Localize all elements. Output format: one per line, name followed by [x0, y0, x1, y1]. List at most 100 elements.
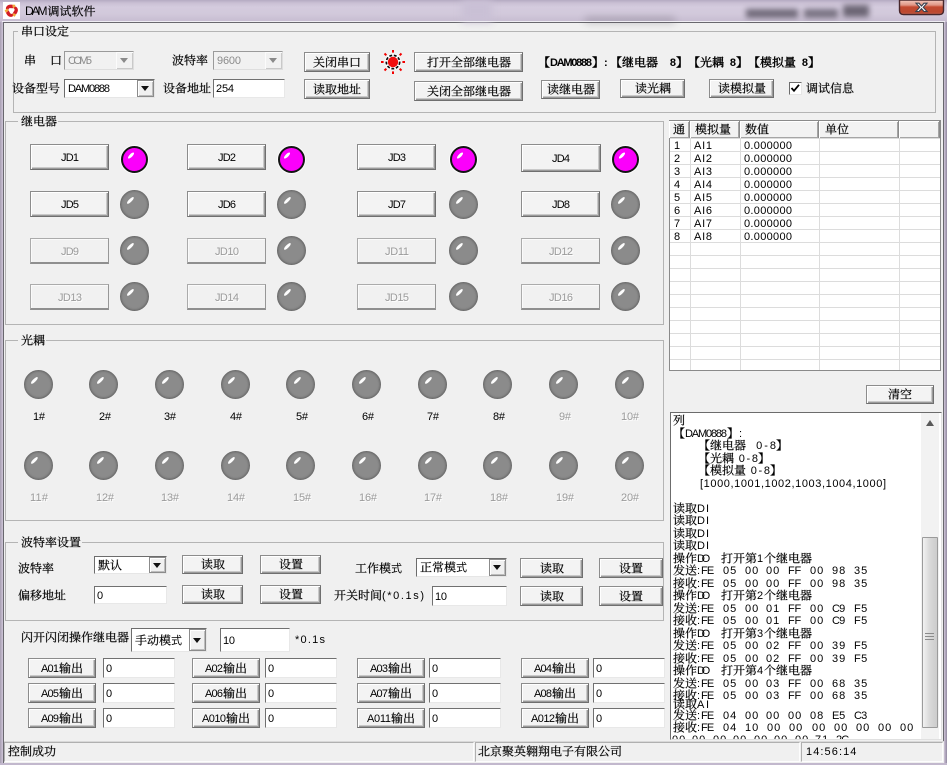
svg-text:0.000000: 0.000000	[744, 218, 792, 230]
svg-text:05: 05	[723, 603, 736, 615]
svg-text:C9: C9	[832, 615, 845, 627]
svg-text:A02: A02	[205, 663, 223, 675]
svg-text:A010: A010	[202, 713, 226, 725]
svg-text:8: 8	[724, 57, 736, 69]
svg-text:2: 2	[674, 153, 680, 165]
svg-text:00: 00	[856, 722, 869, 734]
svg-text:00: 00	[745, 603, 758, 615]
svg-text:AI5: AI5	[694, 192, 712, 204]
svg-text:C9: C9	[832, 603, 845, 615]
svg-text:0.000000: 0.000000	[744, 231, 792, 243]
svg-text:DO: DO	[697, 590, 711, 602]
svg-text:8: 8	[658, 57, 676, 69]
svg-text:JD16: JD16	[549, 292, 573, 304]
svg-text:DI: DI	[697, 528, 709, 540]
svg-text:0: 0	[596, 663, 602, 675]
svg-text:JD4: JD4	[552, 153, 570, 165]
svg-text:JD10: JD10	[215, 246, 239, 258]
svg-text:FF: FF	[788, 615, 801, 627]
svg-text:(*0.1s): (*0.1s)	[382, 590, 424, 602]
svg-text:00: 00	[810, 565, 823, 577]
svg-text:254: 254	[216, 83, 234, 95]
svg-text:00: 00	[745, 578, 758, 590]
svg-text:JD3: JD3	[388, 152, 406, 164]
svg-text:式: 式	[391, 562, 402, 575]
svg-text:4#: 4#	[230, 411, 243, 423]
svg-text:00: 00	[774, 734, 787, 740]
svg-text:00: 00	[810, 678, 823, 690]
svg-text:3: 3	[757, 628, 763, 640]
svg-text:00: 00	[795, 734, 808, 740]
svg-text:35: 35	[854, 678, 867, 690]
svg-text:01: 01	[766, 603, 779, 615]
svg-text:3: 3	[674, 166, 680, 178]
svg-text:14#: 14#	[227, 492, 246, 504]
svg-text:05: 05	[723, 653, 736, 665]
svg-text:0.000000: 0.000000	[744, 166, 792, 178]
svg-text:AI3: AI3	[694, 166, 712, 178]
svg-text::: :	[697, 653, 700, 665]
svg-text:DO: DO	[697, 628, 711, 640]
svg-text:FE: FE	[701, 578, 714, 590]
svg-text:A09: A09	[41, 713, 59, 725]
svg-text:DO: DO	[697, 553, 711, 565]
svg-text:6: 6	[674, 205, 680, 217]
svg-text:35: 35	[854, 578, 867, 590]
svg-text:00: 00	[810, 578, 823, 590]
svg-text:AI4: AI4	[694, 179, 712, 191]
svg-text:FF: FF	[788, 565, 801, 577]
svg-text:00: 00	[754, 734, 767, 740]
svg-text:FE: FE	[701, 565, 714, 577]
svg-text:00: 00	[810, 653, 823, 665]
svg-text:0.000000: 0.000000	[744, 179, 792, 191]
svg-text:00: 00	[810, 615, 823, 627]
svg-text::: :	[697, 603, 700, 615]
svg-text:JD14: JD14	[215, 292, 239, 304]
svg-text:8: 8	[796, 57, 808, 69]
svg-text:00: 00	[745, 690, 758, 702]
svg-text:JD15: JD15	[385, 292, 409, 304]
svg-text:DAM0888: DAM0888	[550, 57, 592, 69]
svg-text:0: 0	[432, 713, 438, 725]
svg-text:FF: FF	[788, 678, 801, 690]
svg-text:0: 0	[106, 663, 112, 675]
svg-text:0.000000: 0.000000	[744, 192, 792, 204]
svg-text:4: 4	[757, 665, 763, 677]
svg-text:02: 02	[766, 653, 779, 665]
svg-text::: :	[697, 640, 700, 652]
svg-text::: :	[604, 57, 608, 69]
svg-text:13#: 13#	[161, 492, 180, 504]
svg-text:AI2: AI2	[694, 153, 712, 165]
svg-text:15#: 15#	[293, 492, 312, 504]
svg-text:05: 05	[723, 678, 736, 690]
svg-text:JD6: JD6	[218, 199, 236, 211]
svg-text:0: 0	[432, 663, 438, 675]
svg-text:*0.1s: *0.1s	[295, 634, 326, 646]
svg-text:0: 0	[97, 590, 103, 602]
svg-text:式: 式	[171, 634, 182, 647]
svg-text:JD5: JD5	[61, 199, 79, 211]
svg-text:A011: A011	[367, 713, 391, 725]
svg-text:10: 10	[435, 591, 447, 603]
svg-text:AI8: AI8	[694, 231, 712, 243]
svg-text:F5: F5	[854, 653, 867, 665]
svg-text:1: 1	[674, 140, 680, 152]
svg-text:FF: FF	[788, 640, 801, 652]
svg-text:A03: A03	[370, 663, 388, 675]
svg-text:1: 1	[757, 553, 763, 565]
svg-text:7: 7	[674, 218, 680, 230]
svg-text:00: 00	[900, 722, 913, 734]
svg-text:0: 0	[596, 713, 602, 725]
svg-text:DI: DI	[697, 503, 709, 515]
svg-text:2#: 2#	[99, 411, 112, 423]
svg-text:12#: 12#	[96, 492, 115, 504]
svg-text:19#: 19#	[556, 492, 575, 504]
svg-text:FE: FE	[701, 653, 714, 665]
svg-text:00: 00	[745, 565, 758, 577]
svg-text:A05: A05	[41, 688, 59, 700]
svg-text:JD11: JD11	[385, 246, 409, 258]
svg-text::: :	[697, 615, 700, 627]
svg-text:JD12: JD12	[549, 246, 573, 258]
svg-text::: :	[739, 428, 742, 440]
svg-text:5#: 5#	[296, 411, 309, 423]
